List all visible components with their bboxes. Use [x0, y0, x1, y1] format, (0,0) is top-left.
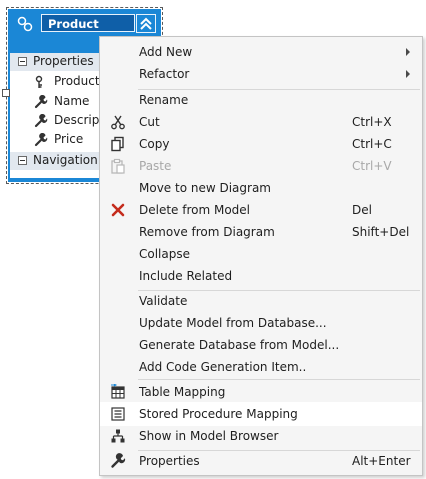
menu-item-label: Copy [139, 137, 170, 151]
menu-item-show-in-model-browser[interactable]: Show in Model Browser [101, 425, 421, 447]
menu-item-shortcut: Ctrl+X [352, 115, 392, 129]
menu-item-label: Include Related [139, 269, 233, 283]
menu-item-shortcut: Alt+Enter [352, 454, 411, 468]
collapse-section-icon[interactable] [18, 156, 27, 165]
entity-name-field[interactable]: Product [41, 14, 135, 32]
menu-item-move-to-new-diagram[interactable]: Move to new Diagram [101, 177, 421, 199]
menu-item-label: Delete from Model [139, 203, 251, 217]
key-icon [35, 75, 43, 88]
menu-item-collapse[interactable]: Collapse [101, 243, 421, 265]
entity-type-icon [17, 16, 33, 32]
menu-item-paste[interactable]: Paste Ctrl+V [101, 155, 421, 177]
wrench-icon [34, 133, 48, 147]
collapse-button[interactable] [136, 14, 156, 33]
menu-item-include-related[interactable]: Include Related [101, 265, 421, 287]
scissors-icon [111, 115, 125, 130]
wrench-icon [111, 453, 126, 468]
menu-item-update-model-from-database[interactable]: Update Model from Database... [101, 312, 421, 334]
menu-item-label: Add Code Generation Item.. [139, 360, 307, 374]
menu-item-label: Rename [139, 93, 189, 107]
menu-item-label: Add New [139, 45, 193, 59]
menu-item-shortcut: Del [352, 203, 372, 217]
double-chevron-up-icon [140, 17, 152, 30]
menu-item-label: Move to new Diagram [139, 181, 271, 195]
menu-item-validate[interactable]: Validate [101, 290, 421, 312]
delete-icon [111, 203, 125, 217]
submenu-arrow-icon [406, 70, 410, 78]
menu-item-label: Generate Database from Model... [139, 338, 340, 352]
menu-item-table-mapping[interactable]: Table Mapping [101, 381, 421, 403]
entity-header[interactable]: Product [8, 9, 161, 37]
copy-icon [111, 136, 124, 152]
menu-item-cut[interactable]: Cut Ctrl+X [101, 111, 421, 133]
menu-item-add-new[interactable]: Add New [101, 41, 421, 63]
menu-item-label: Show in Model Browser [139, 429, 279, 443]
menu-item-shortcut: Ctrl+V [352, 159, 392, 173]
menu-item-label: Update Model from Database... [139, 316, 327, 330]
menu-item-remove-from-diagram[interactable]: Remove from Diagram Shift+Del [101, 221, 421, 243]
menu-item-properties[interactable]: Properties Alt+Enter [101, 450, 421, 472]
selection-handle[interactable] [2, 89, 10, 97]
menu-item-label: Properties [139, 454, 200, 468]
wrench-icon [34, 114, 48, 128]
submenu-arrow-icon [406, 48, 410, 56]
paste-icon [111, 158, 125, 174]
menu-item-delete-from-model[interactable]: Delete from Model Del [101, 199, 421, 221]
menu-item-add-code-generation-item[interactable]: Add Code Generation Item.. [101, 356, 421, 378]
context-menu: Add New Refactor Rename Cut Ctrl+X Copy … [99, 36, 423, 476]
menu-item-label: Cut [139, 115, 160, 129]
menu-separator [138, 379, 420, 380]
menu-item-label: Remove from Diagram [139, 225, 275, 239]
stored-procedure-icon [111, 407, 125, 421]
properties-section-label: Properties [33, 54, 94, 68]
menu-item-label: Refactor [139, 67, 190, 81]
menu-item-label: Paste [139, 159, 172, 173]
wrench-icon [34, 95, 48, 109]
menu-item-copy[interactable]: Copy Ctrl+C [101, 133, 421, 155]
menu-item-label: Stored Procedure Mapping [139, 407, 298, 421]
menu-item-label: Table Mapping [139, 385, 226, 399]
menu-item-refactor[interactable]: Refactor [101, 63, 421, 85]
menu-item-label: Collapse [139, 247, 190, 261]
menu-item-shortcut: Shift+Del [352, 225, 410, 239]
menu-item-rename[interactable]: Rename [101, 89, 421, 111]
menu-item-stored-procedure-mapping[interactable]: Stored Procedure Mapping [100, 402, 422, 426]
property-name: Name [54, 94, 90, 108]
model-browser-icon [111, 429, 125, 443]
menu-item-shortcut: Ctrl+C [352, 137, 392, 151]
property-name: Price [54, 132, 84, 146]
menu-item-generate-database-from-model[interactable]: Generate Database from Model... [101, 334, 421, 356]
menu-item-label: Validate [139, 294, 188, 308]
collapse-section-icon[interactable] [18, 57, 27, 66]
table-mapping-icon [111, 384, 125, 399]
